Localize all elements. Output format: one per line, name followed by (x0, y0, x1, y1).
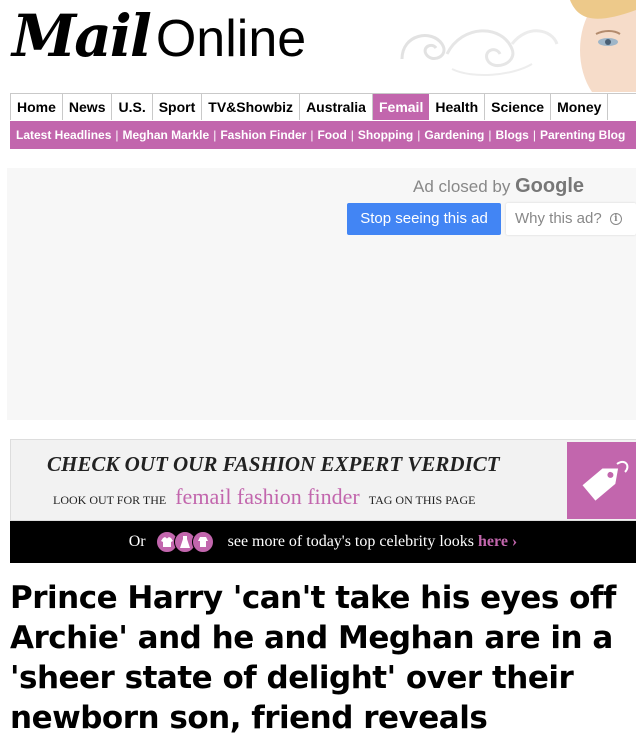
logo-mail: Mail (12, 2, 152, 70)
nav-item-home[interactable]: Home (11, 94, 63, 120)
celebrity-looks-link[interactable]: here › (478, 533, 517, 551)
article-headline: Prince Harry 'can't take his eyes off Ar… (10, 580, 616, 736)
masthead: Mail Online (0, 0, 636, 92)
nav-item-health[interactable]: Health (429, 94, 486, 120)
nav-item-science[interactable]: Science (485, 94, 552, 120)
nav-item-us[interactable]: U.S. (112, 94, 153, 120)
nav-item-sport[interactable]: Sport (153, 94, 203, 120)
google-logo: Google (515, 175, 584, 197)
why-this-ad-button[interactable]: Why this ad? i (506, 203, 636, 235)
price-tag-icon-box (567, 442, 636, 519)
primary-nav: Home News U.S. Sport TV&Showbiz Australi… (10, 93, 636, 120)
scroll-ornament-icon (400, 29, 559, 77)
here-link-label: here (478, 533, 508, 550)
nav-item-femail[interactable]: Femail (372, 94, 430, 120)
subnav-parenting-blog[interactable]: Parenting Blog (537, 128, 628, 142)
nav-item-news[interactable]: News (63, 94, 113, 120)
fashion-banner-headline: CHECK OUT OUR FASHION EXPERT VERDICT (47, 452, 500, 476)
subnav-food[interactable]: Food (314, 128, 349, 142)
ad-closed-notice: Ad closed by Google (413, 175, 584, 198)
fashion-finder-brand: femail fashion finder (175, 484, 360, 509)
nav-item-australia[interactable]: Australia (300, 94, 373, 120)
tag-on-page-text: TAG ON THIS PAGE (368, 493, 476, 507)
celebrity-looks-text: see more of today's top celebrity looks (227, 533, 474, 550)
subnav-blogs[interactable]: Blogs (493, 128, 532, 142)
chevron-right-icon: › (511, 533, 518, 550)
subnav-meghan-markle[interactable]: Meghan Markle (120, 128, 213, 142)
price-tag-icon (582, 460, 629, 501)
site-logo[interactable]: Mail Online (12, 4, 306, 71)
subnav-shopping[interactable]: Shopping (355, 128, 416, 142)
info-icon: i (609, 213, 622, 226)
why-this-ad-label: Why this ad? (515, 210, 602, 227)
celebrity-looks-bar: Or see more of today's top celebrity loo… (10, 521, 636, 563)
top-icon (191, 531, 214, 553)
subnav-gardening[interactable]: Gardening (421, 128, 487, 142)
ad-closed-text: Ad closed by (413, 177, 511, 196)
fashion-banner-subline: LOOK OUT FOR THE femail fashion finder T… (53, 484, 475, 510)
ad-placeholder: Ad closed by Google Stop seeing this ad … (7, 168, 636, 420)
look-out-text: LOOK OUT FOR THE (53, 493, 167, 507)
model-face-image (570, 0, 636, 92)
nav-item-tvshowbiz[interactable]: TV&Showbiz (202, 94, 301, 120)
or-text: Or (128, 533, 146, 550)
secondary-nav: Latest Headlines | Meghan Markle | Fashi… (10, 121, 636, 149)
fashion-finder-banner[interactable]: CHECK OUT OUR FASHION EXPERT VERDICT LOO… (10, 439, 636, 521)
clothing-icons (155, 531, 214, 553)
subnav-latest-headlines[interactable]: Latest Headlines (13, 128, 114, 142)
subnav-fashion-finder[interactable]: Fashion Finder (217, 128, 309, 142)
nav-item-money[interactable]: Money (551, 94, 609, 120)
logo-online: Online (155, 10, 307, 68)
stop-seeing-ad-button[interactable]: Stop seeing this ad (347, 203, 501, 235)
